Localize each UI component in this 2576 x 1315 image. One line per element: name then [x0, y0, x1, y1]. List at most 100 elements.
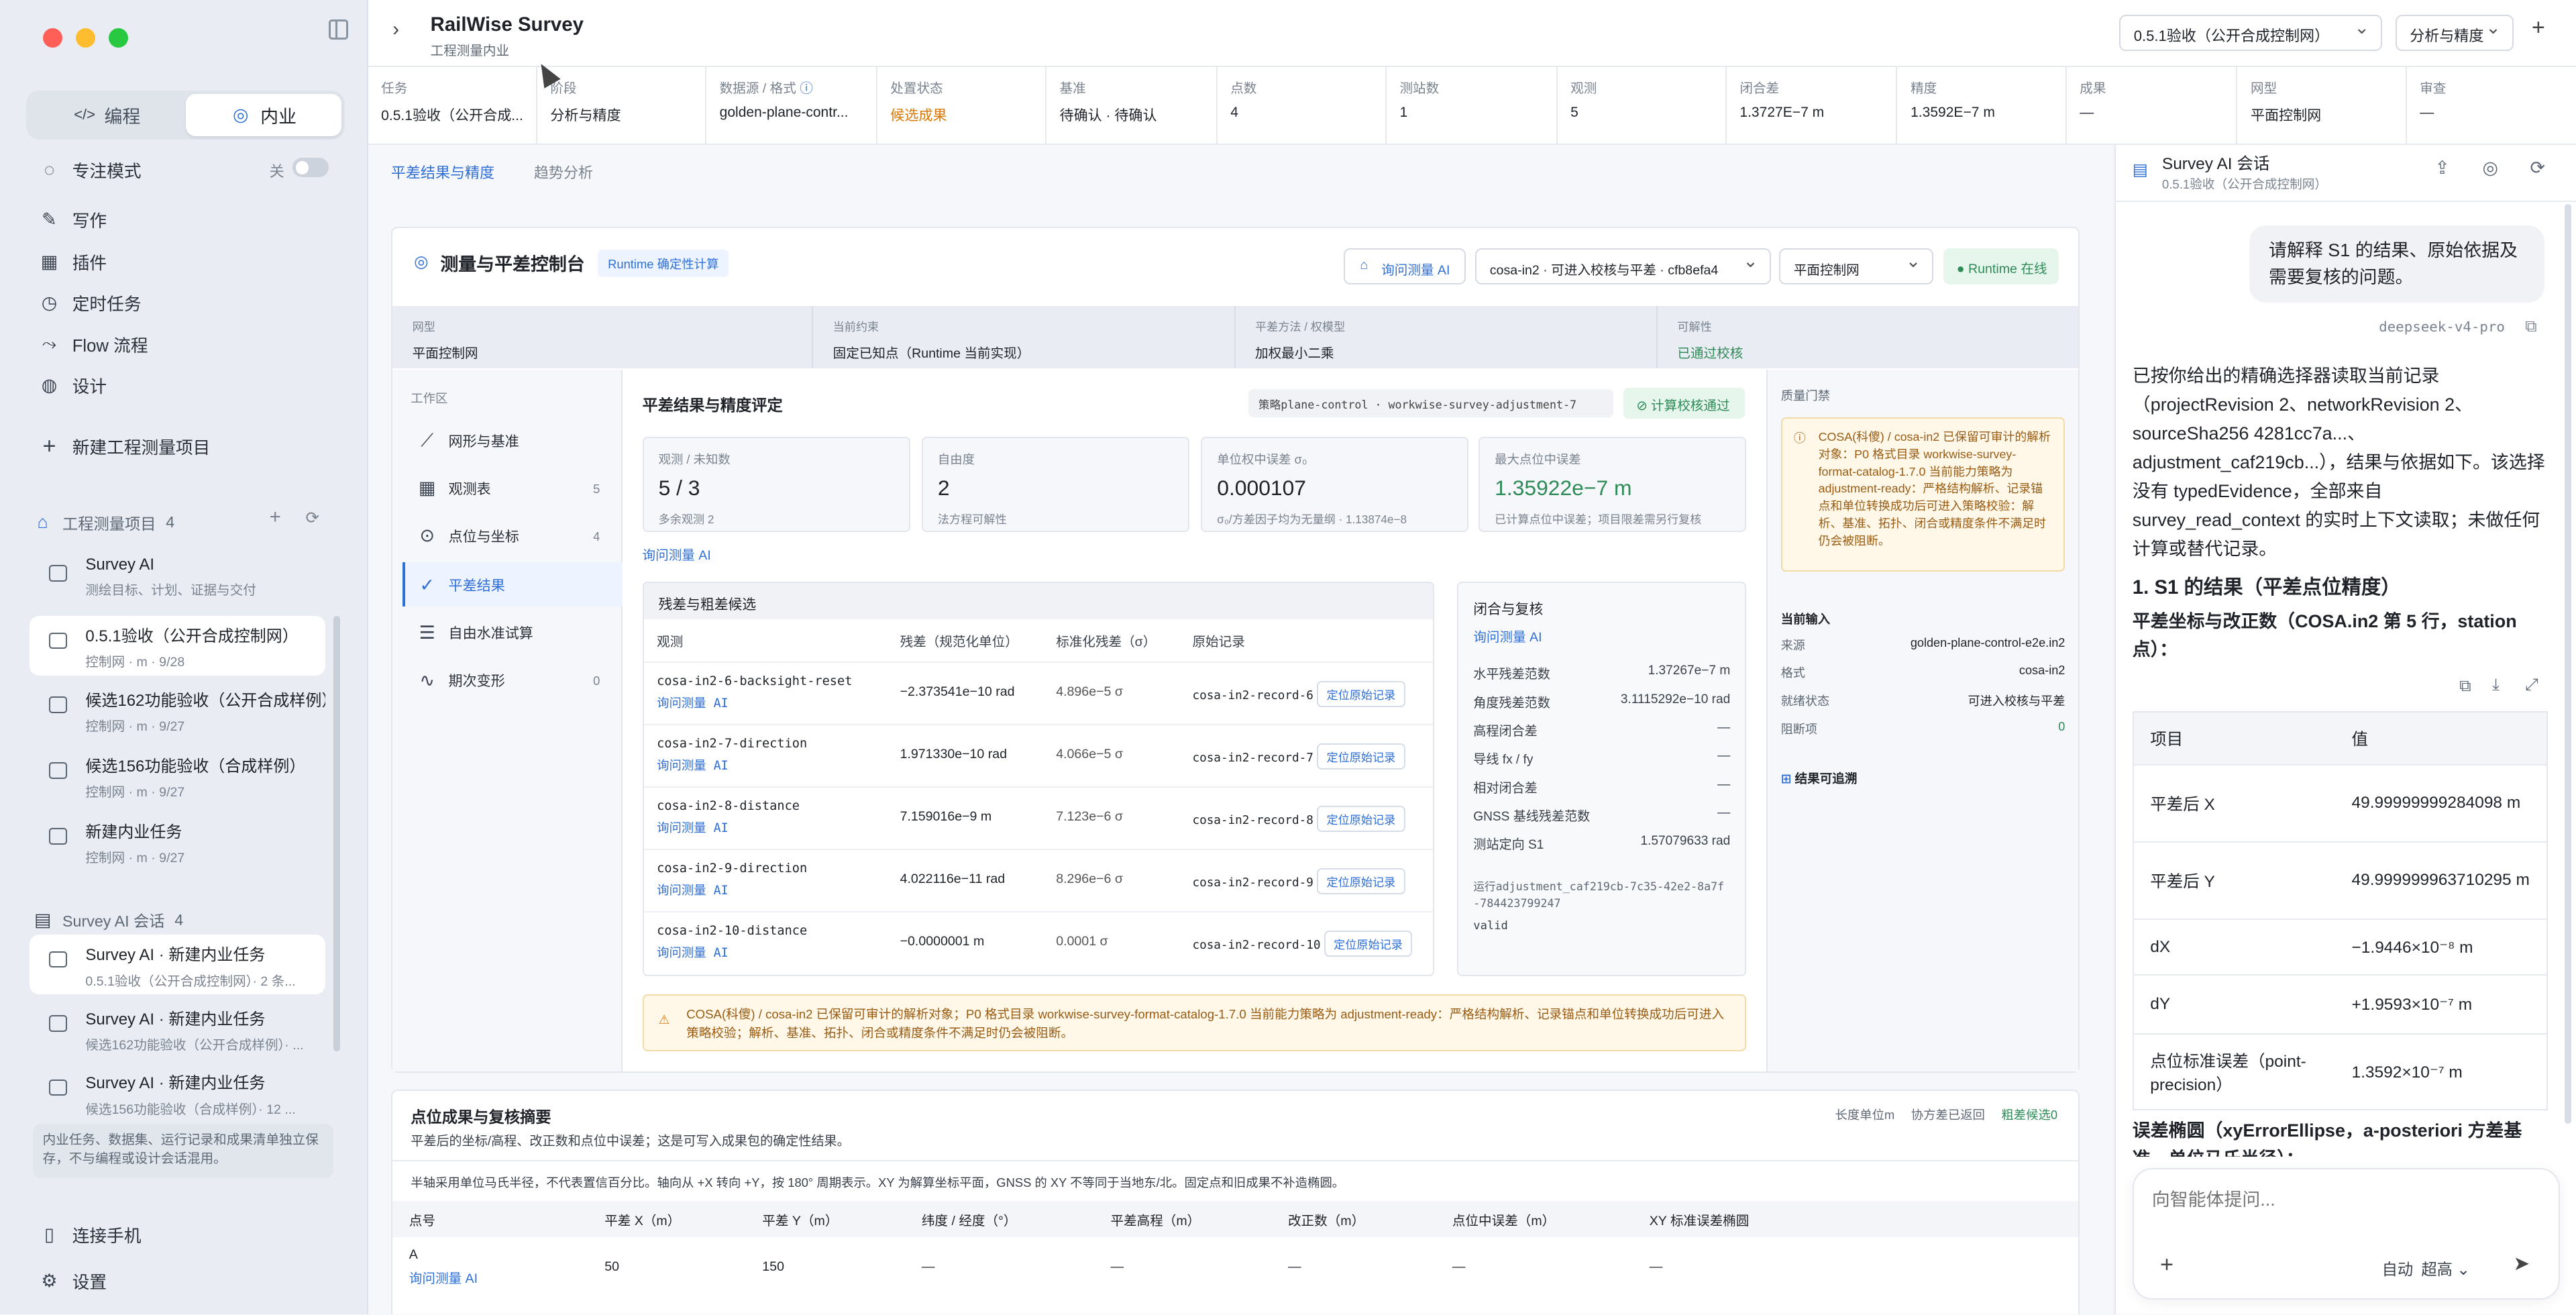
ws-item-adjustment[interactable]: ✓ 平差结果	[417, 575, 504, 595]
view-select[interactable]: 分析与精度	[2395, 15, 2514, 51]
ws-item-deformation[interactable]: ∿ 期次变形	[417, 670, 504, 690]
closure-ask-ai-link[interactable]: 询问测量 AI	[1473, 626, 1730, 645]
row-ask-ai-link[interactable]: 询问测量 AI	[657, 881, 873, 898]
mode-tab-fieldwork[interactable]: ◎ 内业	[185, 93, 342, 137]
session-item[interactable]: Survey AI · 新建内业任务 候选156功能验收（合成样例）· 12 ..…	[30, 1063, 325, 1122]
new-project-button[interactable]: + 新建工程测量项目	[40, 433, 210, 459]
table-row: 平差后 Y 49.999999963710295 m	[2133, 841, 2548, 919]
tab-trend[interactable]: 趋势分析	[534, 161, 593, 182]
auto-mode-label[interactable]: 自动	[2382, 1257, 2414, 1279]
reply-value: +1.9593×10⁻⁷ m	[2335, 974, 2548, 1035]
mode-tab-coding[interactable]: </> 编程	[30, 94, 186, 137]
row-ask-ai-link[interactable]: 询问测量 AI	[657, 756, 873, 774]
meta-closure: 闭合差 1.3727E−7 m	[1727, 66, 1898, 144]
meta-label: 审查	[2420, 81, 2447, 96]
ws-item-points[interactable]: ⊙ 点位与坐标	[417, 525, 519, 546]
locate-record-button[interactable]: 定位原始记录	[1317, 868, 1405, 894]
engine-select[interactable]: cosa-in2 · 可进入校核与平差 · cfb8efa4	[1475, 248, 1771, 284]
connect-phone-button[interactable]: ▯ 连接手机	[40, 1222, 142, 1247]
send-icon[interactable]: ➤	[2514, 1252, 2530, 1275]
record-id: cosa-in2-record-9	[1192, 876, 1313, 890]
nav-scheduled[interactable]: ◷ 定时任务	[40, 291, 142, 315]
close-window-button[interactable]	[42, 28, 63, 48]
session-title: Survey AI · 新建内业任务	[85, 1074, 266, 1093]
add-icon[interactable]: +	[2532, 15, 2545, 41]
attach-plus-icon[interactable]: +	[2160, 1252, 2174, 1278]
point-correction: —	[1287, 1259, 1301, 1274]
row-ask-ai-link[interactable]: 询问测量 AI	[657, 943, 873, 961]
settings-button[interactable]: ⚙ 设置	[40, 1269, 107, 1294]
nav-design[interactable]: ◍ 设计	[40, 373, 107, 398]
table-row: cosa-in2-7-direction 询问测量 AI 1.971330e−10 …	[643, 724, 1433, 788]
project-sub: 控制网 · m · 9/28	[85, 655, 185, 670]
expand-icon[interactable]: ⤢	[2525, 676, 2538, 694]
copy-table-icon[interactable]: ⧉	[2459, 677, 2471, 696]
nav-write[interactable]: ✎ 写作	[40, 207, 107, 232]
obs-id: cosa-in2-7-direction	[657, 737, 808, 751]
download-icon[interactable]: ⤓	[2492, 676, 2500, 694]
tab-results[interactable]: 平差结果与精度	[391, 161, 494, 182]
locate-record-button[interactable]: 定位原始记录	[1317, 806, 1405, 832]
closure-value: 3.1115292e−10 rad	[1620, 692, 1731, 706]
project-select[interactable]: 0.5.1验收（公开合成控制网）	[2119, 15, 2383, 51]
compass-icon: ◎	[233, 104, 249, 125]
locate-record-button[interactable]: 定位原始记录	[1317, 743, 1405, 770]
minimize-window-button[interactable]	[75, 28, 95, 48]
residual-value: 7.159016e−9 m	[886, 786, 1043, 850]
results-ask-ai-link[interactable]: 询问测量 AI	[643, 544, 711, 564]
trace-link[interactable]: ⊞ 结果可追溯	[1781, 769, 1858, 787]
results-title: 平差结果与精度评定	[642, 397, 783, 415]
mode-switch: </> 编程 ◎ 内业	[26, 90, 345, 140]
locate-record-button[interactable]: 定位原始记录	[1317, 681, 1405, 707]
input-key: 来源	[1780, 638, 1805, 652]
ws-item-leveling[interactable]: ☰ 自由水准试算	[417, 623, 533, 643]
session-item[interactable]: Survey AI · 新建内业任务 候选162功能验收（公开合成样例）· ...	[30, 999, 325, 1058]
stat-desc: σ₀/方差因子均为无量纲 · 1.13874e−8	[1217, 513, 1407, 527]
level-select[interactable]: 超高 ⌄	[2421, 1257, 2469, 1279]
closure-row: 导线 fx / fy —	[1473, 749, 1730, 777]
meta-label: 网型	[2250, 81, 2277, 96]
target-icon: ⊙	[419, 525, 435, 546]
nav-flow[interactable]: ⤳ Flow 流程	[40, 332, 148, 357]
project-item-survey-ai[interactable]: Survey AI 测绘目标、计划、证据与交付	[30, 549, 325, 608]
network-select[interactable]: 平面控制网	[1779, 248, 1934, 284]
help-icon[interactable]: ⓘ	[800, 81, 813, 96]
project-item[interactable]: 候选162功能验收（公开合成样例） 控制网 · m · 9/27	[30, 680, 325, 739]
compass-icon[interactable]: ◎	[2482, 158, 2498, 178]
project-item-selected[interactable]: 0.5.1验收（公开合成控制网） 控制网 · m · 9/28	[30, 616, 325, 676]
ws-item-network[interactable]: ⟋ 网形与基准	[417, 430, 519, 451]
point-ask-ai-link[interactable]: 询问测量 AI	[409, 1267, 572, 1287]
share-icon[interactable]: ⇪	[2434, 158, 2450, 178]
std-residual: 4.896e−5 σ	[1042, 662, 1179, 725]
stat-label: 单位权中误差 σ₀	[1217, 452, 1307, 466]
refresh-icon[interactable]: ⟳	[306, 508, 320, 528]
meta-value: —	[2080, 104, 2094, 120]
meta-value: 待确认 · 待确认	[1059, 107, 1157, 123]
zoom-window-button[interactable]	[108, 28, 128, 48]
project-item[interactable]: 候选156功能验收（合成样例） 控制网 · m · 9/27	[30, 746, 325, 805]
ws-item-observations[interactable]: ▦ 观测表	[417, 478, 491, 498]
col-header: 项目	[2150, 731, 2184, 749]
focus-mode-toggle[interactable]	[292, 158, 329, 178]
clock-icon: ◷	[41, 293, 58, 313]
table-row: cosa-in2-9-direction 询问测量 AI 4.022116e−11 …	[643, 849, 1433, 912]
refresh-icon[interactable]: ⟳	[2530, 158, 2545, 178]
add-project-icon[interactable]: +	[270, 506, 281, 529]
sidebar-scrollbar[interactable]	[333, 616, 340, 1052]
chevron-right-icon[interactable]: ›	[392, 18, 399, 41]
meta-task: 任务 0.5.1验收（公开合成...	[368, 66, 537, 144]
nav-label: 插件	[72, 254, 107, 274]
chat-input[interactable]	[2151, 1189, 2530, 1210]
chat-scrollbar[interactable]	[2564, 203, 2571, 1124]
project-item[interactable]: 新建内业任务 控制网 · m · 9/27	[30, 812, 325, 871]
row-ask-ai-link[interactable]: 询问测量 AI	[657, 819, 873, 836]
console-title: 测量与平差控制台	[440, 254, 585, 275]
row-ask-ai-link[interactable]: 询问测量 AI	[657, 694, 873, 711]
locate-record-button[interactable]: 定位原始记录	[1324, 931, 1413, 957]
workspace-nav	[392, 370, 623, 1071]
copy-icon[interactable]: ⧉	[2525, 317, 2536, 336]
sidebar-toggle-icon[interactable]	[328, 19, 349, 40]
nav-plugins[interactable]: ▦ 插件	[40, 250, 107, 274]
session-item-selected[interactable]: Survey AI · 新建内业任务 0.5.1验收（公开合成控制网）· 2 条.…	[30, 935, 325, 994]
ask-ai-button[interactable]: ⌂ 询问测量 AI	[1344, 248, 1466, 284]
